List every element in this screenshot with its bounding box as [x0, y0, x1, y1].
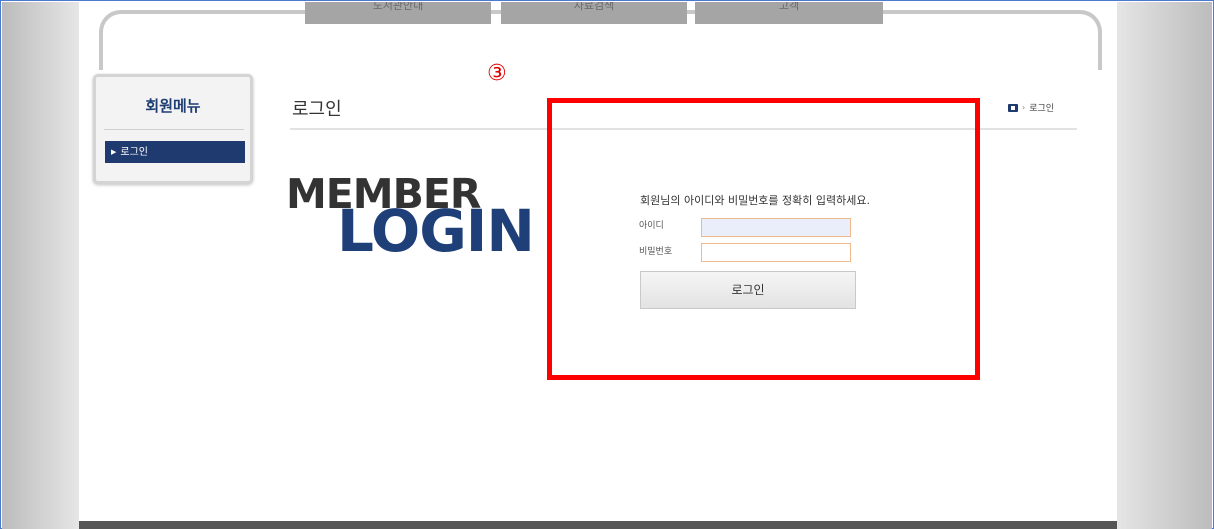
hero-login-text: LOGIN	[337, 197, 535, 265]
nav-tab-3[interactable]: 고객	[695, 2, 883, 24]
page-title: 로그인	[292, 99, 342, 120]
password-input[interactable]	[701, 243, 851, 262]
id-input[interactable]	[701, 218, 851, 237]
breadcrumb-separator: ›	[1022, 103, 1026, 112]
nav-tab-2[interactable]: 자료검색	[501, 2, 687, 24]
password-label: 비밀번호	[639, 247, 673, 257]
right-gutter	[1115, 2, 1212, 529]
login-button[interactable]: 로그인	[640, 271, 856, 309]
nav-tab-label: 자료검색	[573, 2, 615, 12]
side-menu-divider	[104, 129, 244, 130]
annotation-highlight-box	[547, 98, 980, 380]
sidebar-item-login[interactable]: ▶ 로그인	[105, 141, 245, 163]
sidebar-item-label: 로그인	[120, 147, 148, 158]
breadcrumb: › 로그인	[1008, 101, 1054, 114]
breadcrumb-current: 로그인	[1029, 104, 1055, 114]
left-gutter	[2, 2, 79, 529]
nav-tab-1[interactable]: 도서관안내	[305, 2, 491, 24]
footer-bar	[79, 521, 1117, 529]
screenshot-frame: 도서관안내 자료검색 고객 회원메뉴 ▶ 로그인 로그인 › 로그인 MEMBER…	[0, 0, 1214, 529]
home-icon[interactable]	[1008, 103, 1018, 112]
nav-tab-label: 고객	[778, 2, 800, 12]
nav-tab-label: 도서관안내	[372, 2, 424, 12]
page-container: 도서관안내 자료검색 고객 회원메뉴 ▶ 로그인 로그인 › 로그인 MEMBER…	[79, 2, 1117, 529]
side-menu-title: 회원메뉴	[145, 97, 201, 115]
chevron-right-icon: ▶	[111, 148, 117, 156]
login-instruction: 회원님의 아이디와 비밀번호를 정확히 입력하세요.	[640, 194, 871, 207]
member-side-menu: 회원메뉴 ▶ 로그인	[93, 74, 253, 184]
id-label: 아이디	[639, 221, 664, 231]
step-marker: ③	[487, 61, 507, 86]
